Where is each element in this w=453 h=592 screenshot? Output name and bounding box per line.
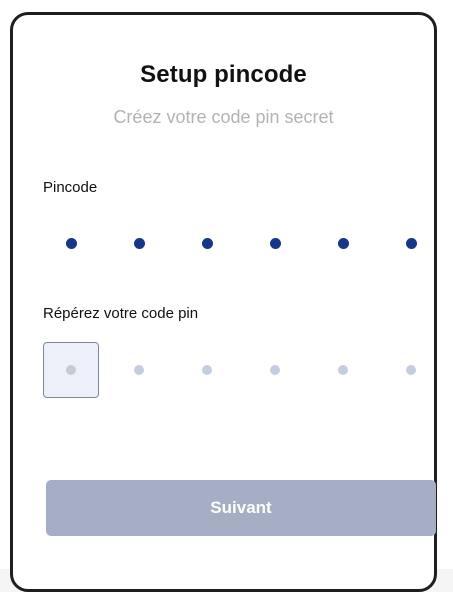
- filled-dot-icon: [65, 237, 77, 249]
- empty-dot-icon: [338, 365, 348, 375]
- pincode-slot-3[interactable]: [179, 215, 235, 271]
- confirm-slot-2[interactable]: [111, 342, 167, 398]
- pincode-slot-5[interactable]: [315, 215, 371, 271]
- filled-dot-icon: [201, 237, 213, 249]
- confirm-pincode-input[interactable]: [43, 342, 416, 398]
- empty-dot-icon: [202, 365, 212, 375]
- empty-dot-icon: [406, 365, 416, 375]
- confirm-slot-6[interactable]: [383, 342, 439, 398]
- pincode-label: Pincode: [43, 179, 98, 196]
- pincode-slot-2[interactable]: [111, 215, 167, 271]
- filled-dot-icon: [269, 237, 281, 249]
- confirm-slot-5[interactable]: [315, 342, 371, 398]
- empty-dot-icon: [270, 365, 280, 375]
- pincode-slot-4[interactable]: [247, 215, 303, 271]
- pincode-card: Setup pincode Créez votre code pin secre…: [10, 12, 437, 592]
- pincode-slot-1[interactable]: [43, 215, 99, 271]
- pincode-input[interactable]: [43, 215, 417, 271]
- next-button[interactable]: Suivant: [46, 480, 436, 536]
- confirm-slot-3[interactable]: [179, 342, 235, 398]
- confirm-slot-1[interactable]: [43, 342, 99, 398]
- screen: Setup pincode Créez votre code pin secre…: [0, 0, 453, 592]
- filled-dot-icon: [337, 237, 349, 249]
- page-subtitle: Créez votre code pin secret: [113, 107, 334, 127]
- confirm-pincode-label: Répérez votre code pin: [43, 305, 199, 322]
- filled-dot-icon: [405, 237, 417, 249]
- filled-dot-icon: [133, 237, 145, 249]
- empty-dot-icon: [134, 365, 144, 375]
- pincode-slot-6[interactable]: [383, 215, 439, 271]
- empty-dot-icon: [66, 365, 76, 375]
- confirm-slot-4[interactable]: [247, 342, 303, 398]
- page-title: Setup pincode: [140, 61, 307, 88]
